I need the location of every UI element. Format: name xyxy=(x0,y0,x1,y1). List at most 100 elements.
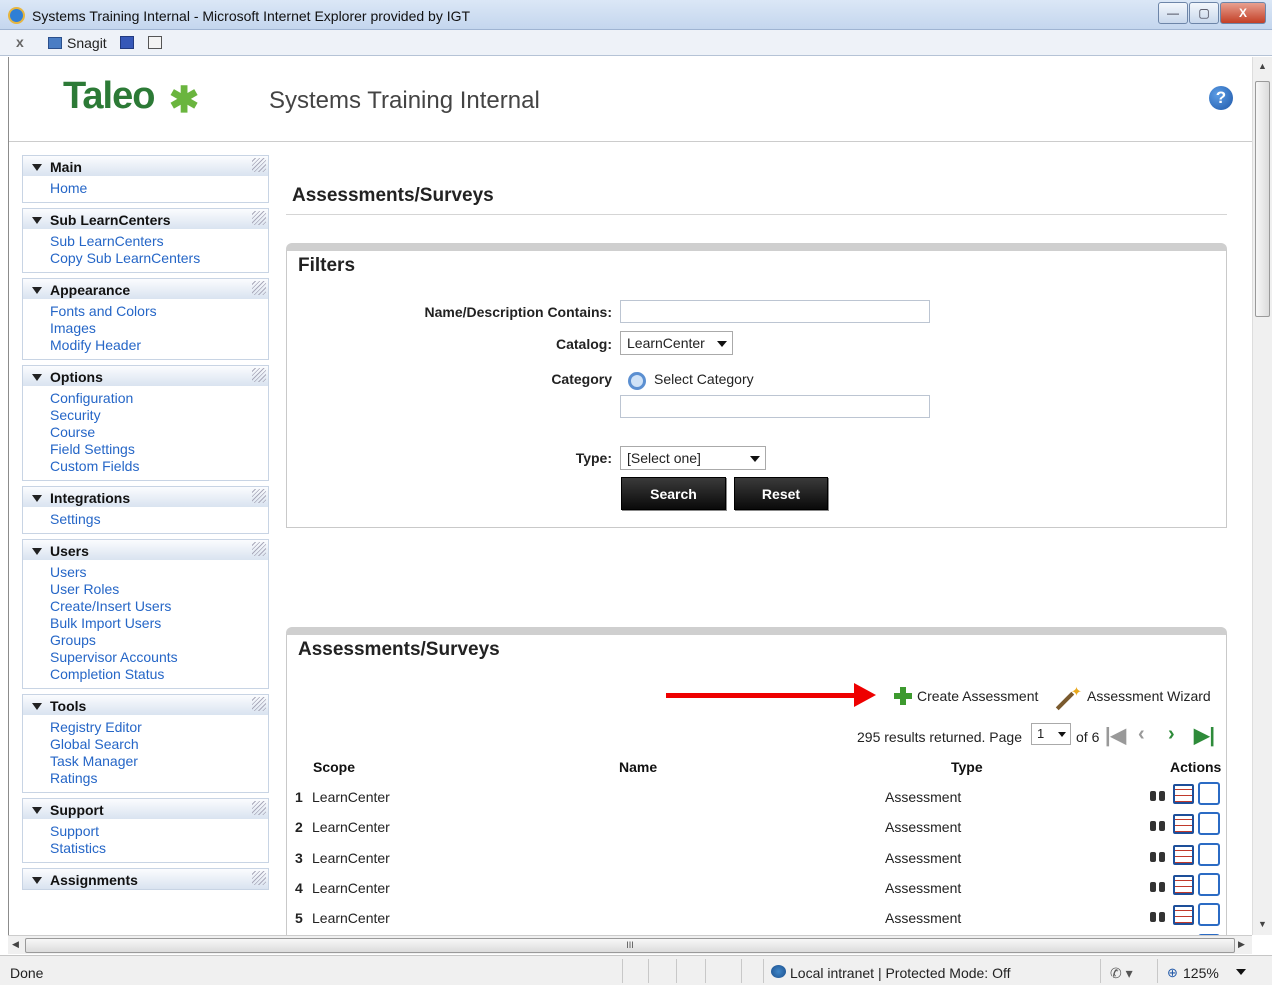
close-window-button[interactable]: X xyxy=(1220,2,1266,24)
collapse-triangle-icon[interactable] xyxy=(32,164,42,171)
assessment-wizard-link[interactable]: Assessment Wizard xyxy=(1087,688,1211,704)
sidebar-link[interactable]: Groups xyxy=(50,632,268,649)
sidebar-link[interactable]: Configuration xyxy=(50,390,268,407)
vertical-scrollbar[interactable]: ▲ ▼ xyxy=(1252,57,1272,935)
sidebar-link[interactable]: Modify Header xyxy=(50,337,268,354)
collapse-triangle-icon[interactable] xyxy=(32,807,42,814)
reset-button[interactable]: Reset xyxy=(734,477,828,510)
next-page-icon[interactable]: › xyxy=(1168,723,1175,746)
sidebar-section-header[interactable]: Integrations xyxy=(23,487,268,507)
sidebar-link[interactable]: Images xyxy=(50,320,268,337)
binoculars-icon[interactable] xyxy=(1150,879,1166,893)
sidebar-section-header[interactable]: Tools xyxy=(23,695,268,715)
binoculars-icon[interactable] xyxy=(1150,788,1166,802)
collapse-triangle-icon[interactable] xyxy=(32,703,42,710)
sidebar-link[interactable]: Registry Editor xyxy=(50,719,268,736)
sidebar-link[interactable]: Global Search xyxy=(50,736,268,753)
copy-icon[interactable] xyxy=(1198,812,1220,836)
taleo-logo[interactable]: Taleo xyxy=(63,75,155,118)
create-assessment-link[interactable]: Create Assessment xyxy=(917,688,1038,704)
magnifier-icon[interactable] xyxy=(628,372,646,390)
sidebar-link[interactable]: Users xyxy=(50,564,268,581)
column-header-type[interactable]: Type xyxy=(951,759,983,775)
horizontal-scrollbar[interactable]: ◀ III ▶ xyxy=(8,935,1252,954)
table-row[interactable]: 5 LearnCenter Assessment xyxy=(287,902,1226,932)
type-select[interactable]: [Select one] xyxy=(620,446,766,470)
sidebar-link[interactable]: Security xyxy=(50,407,268,424)
snagit-icon[interactable] xyxy=(48,37,62,49)
edit-list-icon[interactable] xyxy=(1173,874,1194,895)
page-select[interactable]: 1 xyxy=(1031,723,1071,745)
sidebar-link[interactable]: Ratings xyxy=(50,770,268,787)
drag-grip-icon[interactable] xyxy=(252,697,266,711)
catalog-select[interactable]: LearnCenter xyxy=(620,331,733,355)
copy-icon[interactable] xyxy=(1198,872,1220,896)
binoculars-icon[interactable] xyxy=(1150,818,1166,832)
sidebar-link[interactable]: User Roles xyxy=(50,581,268,598)
sidebar-link[interactable]: Supervisor Accounts xyxy=(50,649,268,666)
sidebar-link[interactable]: Course xyxy=(50,424,268,441)
prev-page-icon[interactable]: ‹ xyxy=(1138,723,1145,746)
collapse-triangle-icon[interactable] xyxy=(32,877,42,884)
binoculars-icon[interactable] xyxy=(1150,849,1166,863)
close-toolbar-button[interactable]: x xyxy=(16,34,24,50)
snagit-button[interactable]: Snagit xyxy=(67,35,107,51)
binoculars-icon[interactable] xyxy=(1150,909,1166,923)
drag-grip-icon[interactable] xyxy=(252,158,266,172)
drag-grip-icon[interactable] xyxy=(252,542,266,556)
sidebar-link[interactable]: Field Settings xyxy=(50,441,268,458)
snagit-capture-icon[interactable] xyxy=(120,36,134,49)
drag-grip-icon[interactable] xyxy=(252,281,266,295)
help-icon[interactable]: ? xyxy=(1209,86,1233,110)
zoom-dropdown-icon[interactable] xyxy=(1236,969,1246,975)
drag-grip-icon[interactable] xyxy=(252,801,266,815)
sidebar-section-header[interactable]: Sub LearnCenters xyxy=(23,209,268,229)
sidebar-link[interactable]: Fonts and Colors xyxy=(50,303,268,320)
sidebar-link[interactable]: Bulk Import Users xyxy=(50,615,268,632)
sidebar-section-header[interactable]: Users xyxy=(23,540,268,560)
column-header-name[interactable]: Name xyxy=(619,759,657,775)
collapse-triangle-icon[interactable] xyxy=(32,217,42,224)
scroll-right-arrow-icon[interactable]: ▶ xyxy=(1238,939,1245,950)
category-input[interactable] xyxy=(620,395,930,418)
zoom-icon[interactable]: ⊕ xyxy=(1167,965,1178,981)
sidebar-section-header[interactable]: Support xyxy=(23,799,268,819)
sidebar-link[interactable]: Statistics xyxy=(50,840,268,857)
snagit-editor-icon[interactable] xyxy=(148,36,162,49)
sidebar-link[interactable]: Copy Sub LearnCenters xyxy=(50,250,268,267)
drag-grip-icon[interactable] xyxy=(252,368,266,382)
collapse-triangle-icon[interactable] xyxy=(32,495,42,502)
scroll-down-arrow-icon[interactable]: ▼ xyxy=(1258,919,1267,929)
copy-icon[interactable] xyxy=(1198,842,1220,866)
table-row[interactable]: 3 LearnCenter Assessment xyxy=(287,842,1226,872)
copy-icon[interactable] xyxy=(1198,782,1220,805)
table-row[interactable]: 4 LearnCenter Assessment xyxy=(287,872,1226,902)
drag-grip-icon[interactable] xyxy=(252,211,266,225)
sidebar-link[interactable]: Custom Fields xyxy=(50,458,268,475)
zoom-level[interactable]: 125% xyxy=(1183,965,1219,981)
sidebar-section-header[interactable]: Assignments xyxy=(23,869,268,889)
scroll-up-arrow-icon[interactable]: ▲ xyxy=(1258,61,1267,71)
edit-list-icon[interactable] xyxy=(1173,905,1194,926)
sidebar-link[interactable]: Sub LearnCenters xyxy=(50,233,268,250)
drag-grip-icon[interactable] xyxy=(252,871,266,885)
sidebar-section-header[interactable]: Appearance xyxy=(23,279,268,299)
table-row[interactable]: 1 LearnCenter Assessment xyxy=(287,781,1226,811)
select-category-link[interactable]: Select Category xyxy=(654,371,754,387)
sidebar-link[interactable]: Completion Status xyxy=(50,666,268,683)
edit-list-icon[interactable] xyxy=(1173,844,1194,865)
sidebar-link[interactable]: Settings xyxy=(50,511,268,528)
edit-list-icon[interactable] xyxy=(1173,814,1194,835)
sidebar-link[interactable]: Support xyxy=(50,823,268,840)
minimize-button[interactable]: — xyxy=(1158,2,1188,24)
maximize-button[interactable]: ▢ xyxy=(1189,2,1219,24)
collapse-triangle-icon[interactable] xyxy=(32,287,42,294)
collapse-triangle-icon[interactable] xyxy=(32,374,42,381)
sidebar-link[interactable]: Create/Insert Users xyxy=(50,598,268,615)
sidebar-section-header[interactable]: Options xyxy=(23,366,268,386)
collapse-triangle-icon[interactable] xyxy=(32,548,42,555)
sidebar-link[interactable]: Task Manager xyxy=(50,753,268,770)
add-ons-icon[interactable]: ✆ ▾ xyxy=(1110,965,1133,982)
edit-list-icon[interactable] xyxy=(1173,784,1194,804)
name-filter-input[interactable] xyxy=(620,300,930,323)
